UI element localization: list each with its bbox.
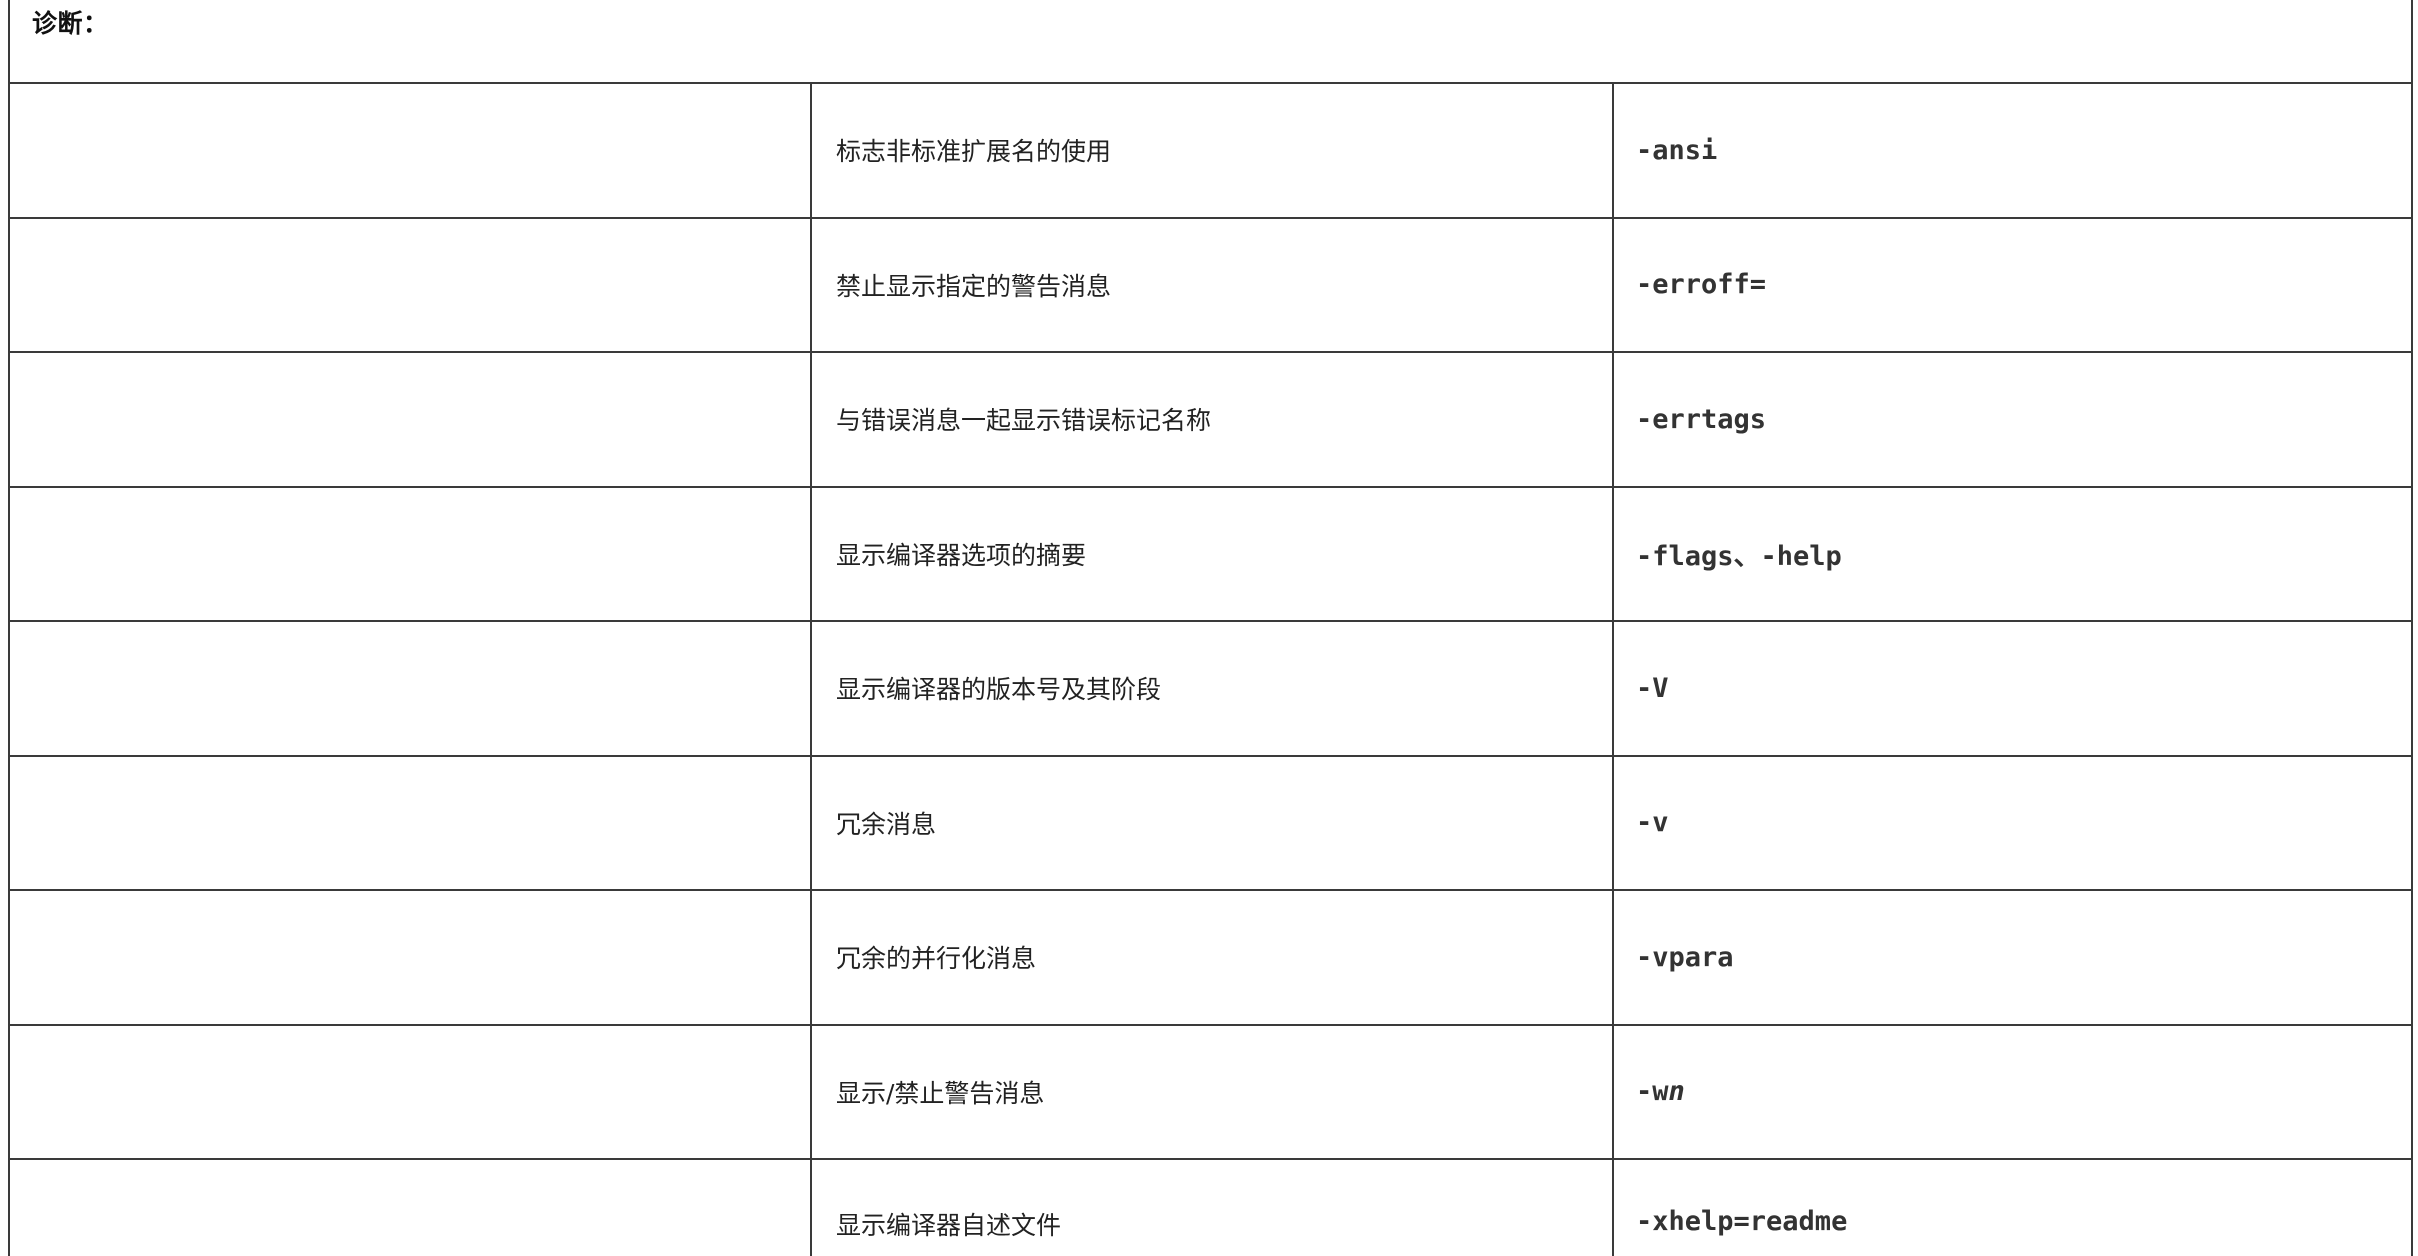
description-cell: 与错误消息一起显示错误标记名称	[810, 353, 1612, 486]
description-cell: 禁止显示指定的警告消息	[810, 218, 1612, 351]
description-cell: 显示编译器自述文件	[810, 1160, 1612, 1256]
description-cell: 显示编译器选项的摘要	[810, 487, 1612, 620]
description-cell: 冗余消息	[810, 756, 1612, 889]
empty-cell	[10, 622, 810, 755]
section-title: 诊断：	[32, 9, 109, 38]
option-cell: -v	[1612, 756, 2411, 889]
option-placeholder: n	[1668, 1076, 1685, 1108]
empty-cell	[10, 219, 810, 352]
table-row: 标志非标准扩展名的使用 -ansi	[8, 84, 2413, 219]
table-row: 显示编译器选项的摘要 -flags、-help	[8, 487, 2413, 622]
description-cell: 冗余的并行化消息	[810, 891, 1612, 1024]
empty-cell	[10, 1026, 810, 1159]
empty-cell	[10, 891, 810, 1024]
option-cell: -flags、-help	[1612, 487, 2411, 620]
table-row: 显示编译器的版本号及其阶段 -V	[8, 622, 2413, 757]
option-cell: -w n	[1612, 1025, 2411, 1158]
option-cell: -ansi	[1612, 84, 2411, 217]
empty-cell	[10, 353, 810, 486]
table-row: 禁止显示指定的警告消息 -erroff=	[8, 218, 2413, 353]
option-cell: -vpara	[1612, 891, 2411, 1024]
section-header: 诊断：	[8, 0, 2413, 84]
description-cell: 显示/禁止警告消息	[810, 1025, 1612, 1158]
table-row: 显示编译器自述文件 -xhelp=readme	[8, 1160, 2413, 1256]
option-cell: -errtags	[1612, 353, 2411, 486]
option-cell: -erroff=	[1612, 218, 2411, 351]
option-prefix: -w	[1636, 1076, 1669, 1108]
option-cell: -V	[1612, 622, 2411, 755]
table-row: 冗余消息 -v	[8, 756, 2413, 891]
option-cell: -xhelp=readme	[1612, 1160, 2411, 1256]
table-row: 显示/禁止警告消息 -w n	[8, 1025, 2413, 1160]
empty-cell	[10, 757, 810, 890]
options-table: 标志非标准扩展名的使用 -ansi 禁止显示指定的警告消息 -erroff= 与…	[8, 84, 2413, 1256]
description-cell: 标志非标准扩展名的使用	[810, 84, 1612, 217]
empty-cell	[10, 84, 810, 217]
table-row: 与错误消息一起显示错误标记名称 -errtags	[8, 353, 2413, 488]
description-cell: 显示编译器的版本号及其阶段	[810, 622, 1612, 755]
document-page: 诊断： 标志非标准扩展名的使用 -ansi 禁止显示指定的警告消息 -errof…	[0, 0, 2418, 1256]
empty-cell	[10, 1160, 810, 1256]
empty-cell	[10, 488, 810, 621]
table-row: 冗余的并行化消息 -vpara	[8, 891, 2413, 1026]
